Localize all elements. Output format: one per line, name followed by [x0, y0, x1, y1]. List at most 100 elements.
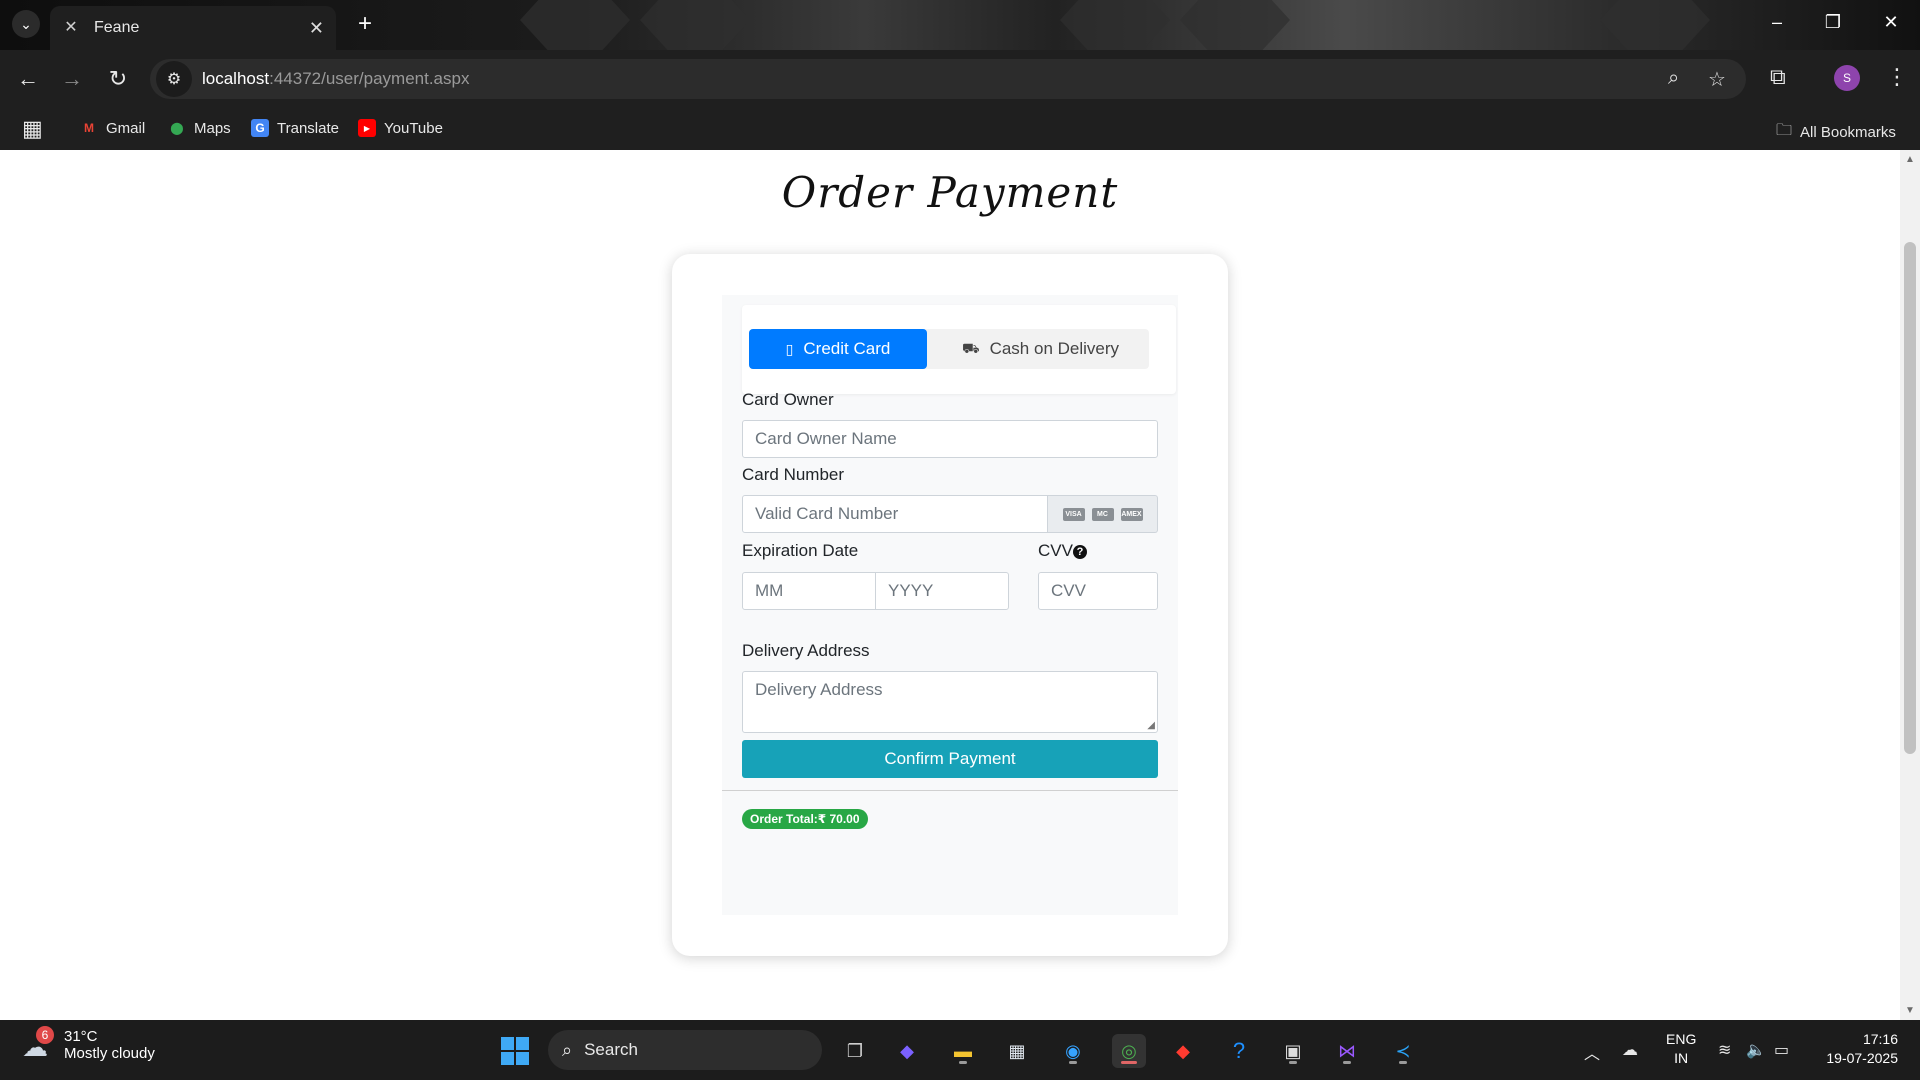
scroll-up-icon[interactable]: ▲ — [1904, 154, 1916, 165]
wallpaper-hex — [520, 0, 630, 50]
visual-studio-icon[interactable]: ⋈ — [1330, 1034, 1364, 1068]
bookmark-star-icon[interactable]: ☆ — [1708, 67, 1726, 92]
order-total-badge: Order Total:₹ 70.00 — [742, 809, 868, 829]
extensions-icon[interactable]: ⧉ — [1770, 64, 1786, 90]
help-app-icon[interactable]: ? — [1222, 1034, 1256, 1068]
scroll-down-icon[interactable]: ▼ — [1904, 1005, 1916, 1016]
running-indicator — [959, 1061, 967, 1064]
mastercard-icon: MC — [1091, 507, 1114, 521]
temperature: 31°C — [64, 1028, 98, 1045]
running-indicator — [1399, 1061, 1407, 1064]
tab-label: Cash on Delivery — [989, 339, 1120, 358]
wifi-icon[interactable]: ≋ — [1718, 1040, 1731, 1060]
expiry-month-input[interactable]: MM — [742, 572, 876, 610]
browser-tab-strip: ⌄ ✕ Feane ✕ + – ❐ ✕ — [0, 0, 1920, 50]
resize-grip-icon[interactable]: ◢ — [1147, 720, 1155, 731]
minimize-icon[interactable]: – — [1762, 12, 1792, 33]
bookmark-maps[interactable]: ⬤ Maps — [168, 119, 231, 137]
url-text[interactable]: localhost:44372/user/payment.aspx — [202, 69, 469, 89]
expiration-date-label: Expiration Date — [742, 541, 859, 560]
expiry-year-input[interactable]: YYYY — [875, 572, 1009, 610]
time: 17:16 — [1862, 1031, 1898, 1047]
running-indicator-active — [1121, 1061, 1137, 1064]
bookmark-label: Maps — [194, 119, 231, 137]
bookmark-youtube[interactable]: ▶ YouTube — [358, 119, 443, 137]
running-indicator — [1343, 1061, 1351, 1064]
forward-icon[interactable]: → — [58, 66, 86, 94]
taskbar: ☁ 6 31°C Mostly cloudy ⌕ Search ❐ ◆ ▬ ▦ ◉… — [0, 1020, 1920, 1080]
address-bar[interactable]: ⚙ localhost:44372/user/payment.aspx ⌕ ☆ — [150, 59, 1746, 99]
tab-cash-on-delivery[interactable]: ⛟ Cash on Delivery — [932, 329, 1149, 369]
scroll-thumb[interactable] — [1904, 242, 1916, 754]
search-label: Search — [584, 1040, 638, 1059]
terminal-app-icon[interactable]: ▣ — [1276, 1034, 1310, 1068]
zoom-icon[interactable]: ⌕ — [1668, 67, 1679, 90]
cloud-icon: ☁ 6 — [22, 1026, 56, 1062]
language-indicator[interactable]: ENG IN — [1666, 1030, 1696, 1068]
chrome-icon[interactable]: ◎ — [1112, 1034, 1146, 1068]
all-bookmarks-button[interactable]: 🗀 All Bookmarks — [1776, 119, 1896, 146]
weather-widget[interactable]: ☁ 6 31°C Mostly cloudy — [22, 1026, 155, 1062]
site-info-icon[interactable]: ⚙ — [156, 61, 192, 97]
app-diamond-icon[interactable]: ◆ — [1166, 1034, 1200, 1068]
show-hidden-icons[interactable]: ︿ — [1584, 1040, 1600, 1064]
region: IN — [1674, 1050, 1689, 1066]
feane-favicon-icon: ✕ — [64, 19, 78, 36]
microsoft-store-icon[interactable]: ▦ — [1000, 1034, 1034, 1068]
page-viewport: Order Payment ▯ Credit Card ⛟ Cash on De… — [0, 150, 1920, 1020]
confirm-payment-button[interactable]: Confirm Payment — [742, 740, 1158, 778]
credit-card-icon: ▯ — [785, 340, 794, 357]
cvv-label: CVV — [1038, 541, 1073, 560]
new-tab-button[interactable]: + — [352, 12, 378, 38]
close-window-icon[interactable]: ✕ — [1876, 12, 1906, 33]
restore-icon[interactable]: ❐ — [1818, 12, 1848, 33]
browser-toolbar: ← → ↻ ⚙ localhost:44372/user/payment.asp… — [0, 50, 1920, 108]
date: 19-07-2025 — [1826, 1050, 1898, 1066]
wallpaper-hex — [1060, 0, 1170, 50]
url-path: :44372/user/payment.aspx — [269, 69, 470, 88]
running-indicator — [1069, 1061, 1077, 1064]
running-indicator — [1289, 1061, 1297, 1064]
battery-icon[interactable]: ▭ — [1774, 1040, 1789, 1060]
divider — [722, 790, 1178, 791]
card-owner-input[interactable]: Card Owner Name — [742, 420, 1158, 458]
bookmark-label: Gmail — [106, 119, 146, 137]
visa-icon: VISA — [1062, 507, 1085, 521]
card-number-label: Card Number — [742, 465, 845, 484]
start-button[interactable] — [498, 1034, 532, 1068]
language: ENG — [1666, 1031, 1697, 1047]
tab-search-button[interactable]: ⌄ — [12, 10, 40, 38]
close-tab-icon[interactable]: ✕ — [309, 18, 324, 39]
edge-icon[interactable]: ◉ — [1056, 1034, 1090, 1068]
delivery-address-input[interactable]: Delivery Address ◢ — [742, 671, 1158, 733]
truck-icon: ⛟ — [961, 339, 980, 356]
vscode-icon[interactable]: ≺ — [1386, 1034, 1420, 1068]
card-number-input[interactable]: Valid Card Number — [742, 495, 1048, 533]
question-circle-icon[interactable]: ? — [1072, 544, 1087, 559]
apps-grid-icon[interactable]: ▦ — [22, 116, 43, 142]
translate-icon: G — [251, 119, 269, 137]
card-owner-label: Card Owner — [742, 390, 834, 409]
browser-tab[interactable]: ✕ Feane ✕ — [50, 6, 336, 50]
youtube-icon: ▶ — [358, 119, 376, 137]
bookmark-label: Translate — [277, 119, 339, 137]
tab-credit-card[interactable]: ▯ Credit Card — [749, 329, 927, 369]
cvv-input[interactable]: CVV — [1038, 572, 1158, 610]
maps-icon: ⬤ — [170, 121, 184, 135]
volume-icon[interactable]: 🔈 — [1746, 1040, 1766, 1060]
page-scrollbar[interactable]: ▲ ▼ — [1900, 150, 1920, 1020]
back-icon[interactable]: ← — [14, 66, 42, 94]
onedrive-icon[interactable]: ☁ — [1622, 1040, 1638, 1060]
profile-avatar[interactable]: S — [1834, 65, 1860, 91]
copilot-icon[interactable]: ◆ — [890, 1034, 924, 1068]
bookmark-translate[interactable]: G Translate — [251, 119, 339, 137]
delivery-address-placeholder: Delivery Address — [755, 680, 883, 699]
task-view-icon[interactable]: ❐ — [838, 1034, 872, 1068]
taskbar-search[interactable]: ⌕ Search — [548, 1030, 822, 1070]
reload-icon[interactable]: ↻ — [104, 66, 132, 94]
file-explorer-icon[interactable]: ▬ — [946, 1034, 980, 1068]
bookmark-gmail[interactable]: M Gmail — [80, 119, 145, 137]
browser-menu-icon[interactable]: ⋮ — [1886, 64, 1908, 90]
search-icon: ⌕ — [562, 1039, 573, 1060]
system-clock[interactable]: 17:16 19-07-2025 — [1812, 1030, 1898, 1068]
